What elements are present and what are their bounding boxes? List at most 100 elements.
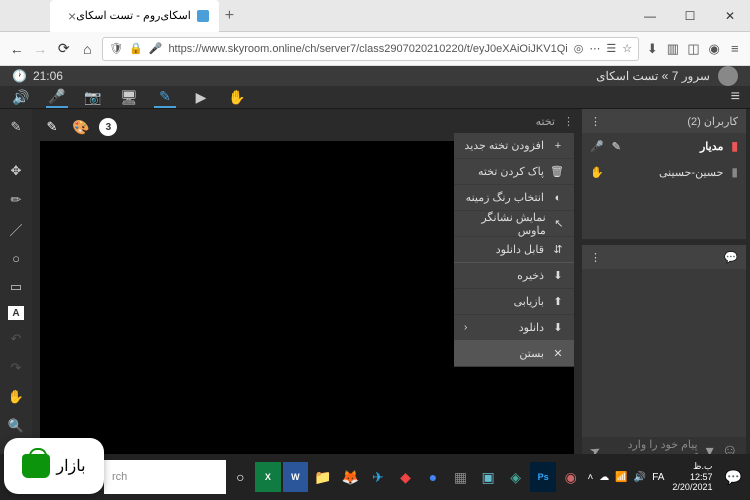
clock-icon: 🕐 [12,69,27,83]
ctx-add-board[interactable]: +افزودن تخته جدید [454,133,574,159]
bookmark-icon[interactable]: ☆ [622,42,632,55]
board-context-menu: +افزودن تخته جدید 🗑پاک کردن تخته ◐انتخاب… [454,133,574,367]
bazaar-text: بازار [56,456,85,476]
more-url-icon[interactable]: ⋯ [589,42,600,55]
menu-toggle-icon[interactable]: ≡ [731,88,740,106]
brush-tool-icon[interactable]: ✏ [6,190,26,210]
main-toolbar: 🔊 🎤 📷 🖥 ✎ ▶ ✋ ≡ [0,86,750,109]
tab-favicon [197,10,209,22]
pointer-tool-icon[interactable]: ✎ [6,117,26,137]
menu-icon[interactable]: ≡ [727,39,742,59]
explorer-icon[interactable]: 📁 [310,462,336,492]
ctx-restore[interactable]: ⬆بازیابی [454,289,574,315]
window-maximize[interactable]: ☐ [670,0,710,32]
sound-icon[interactable]: 🔊 [634,472,646,483]
new-tab-button[interactable]: + [225,7,234,25]
tray-up-icon[interactable]: ˄ [587,472,593,483]
chrome-icon[interactable]: ● [420,462,446,492]
user-mic-icon[interactable]: 🎤 [590,140,604,153]
mic-icon[interactable]: 🎤 [46,86,68,108]
app-icon[interactable]: ◆ [393,462,419,492]
browser-tab[interactable]: اسکای‌روم - تست اسکای × [50,0,219,32]
forward-button[interactable]: → [32,37,50,61]
shield-icon[interactable]: 🛡 [109,42,123,55]
tab-close-icon[interactable]: × [68,8,76,24]
close-icon: ✕ [552,347,564,360]
redo-icon[interactable]: ↷ [6,358,26,378]
app2-icon[interactable]: ▦ [448,462,474,492]
excel-icon[interactable]: X [255,462,281,492]
line-tool-icon[interactable]: ／ [6,219,26,239]
sidebar-icon[interactable]: ◫ [686,39,701,59]
zoom-tool-icon[interactable]: 🔍 [6,416,26,436]
users-panel: کاربران (2) ⋮ ▮ مدیار 🎤 ✎ ▮ حسین-حسینی ✋ [582,109,746,239]
reload-button[interactable]: ⟳ [55,37,73,61]
media-icon[interactable]: ▶ [190,86,212,108]
system-tray[interactable]: ˄ ☁ 📶 🔊 FA [587,472,664,483]
ctx-bg-color[interactable]: ◐انتخاب رنگ زمینه [454,185,574,211]
stroke-size-badge[interactable]: 3 [99,118,117,136]
panel-menu-icon[interactable]: ⋮ [563,115,574,128]
app4-icon[interactable]: ◈ [503,462,529,492]
app3-icon[interactable]: ▣ [475,462,501,492]
canvas-area: ⋮ تخته ✎ 🎨 3 +افزودن تخته جدید 🗑پاک کردن… [32,109,578,465]
download-icon[interactable]: ⬇ [645,39,660,59]
word-icon[interactable]: W [283,462,309,492]
bazaar-logo: بازار [4,438,104,494]
plus-icon: + [552,140,564,152]
chat-messages [582,269,746,437]
user-row[interactable]: ▮ حسین-حسینی ✋ [582,159,746,185]
ctx-show-cursor[interactable]: ↖نمایش نشانگر ماوس [454,211,574,237]
rect-tool-icon[interactable]: ▭ [6,277,26,297]
firefox-icon[interactable]: 🦊 [338,462,364,492]
ctx-downloadable[interactable]: ⇵قابل دانلود [454,237,574,263]
telegram-icon[interactable]: ✈ [365,462,391,492]
home-button[interactable]: ⌂ [79,37,97,61]
reader-icon[interactable]: ☰ [606,42,616,55]
app5-icon[interactable]: ◉ [558,462,584,492]
panel-menu-icon[interactable]: ⋮ [590,115,601,128]
undo-icon[interactable]: ↶ [6,329,26,349]
user-name: مدیار [700,140,723,153]
contrast-icon: ◐ [552,192,564,204]
taskbar-clock[interactable]: ب.ظ 12:57 2/20/2021 [666,461,718,493]
screen-share-icon[interactable]: 🖥 [118,86,140,108]
canvas-panel-header: ⋮ تخته [536,109,574,133]
panel-menu-icon[interactable]: ⋮ [590,251,601,264]
ctx-close[interactable]: ✕بستن [454,341,574,367]
notifications-icon[interactable]: 💬 [720,462,746,492]
palette-icon[interactable]: 🎨 [72,119,89,136]
account-icon[interactable]: ◉ [707,39,722,59]
location-icon[interactable]: ◎ [574,42,584,55]
user-row-operator[interactable]: ▮ مدیار 🎤 ✎ [582,133,746,159]
lang-indicator[interactable]: FA [652,472,664,483]
photoshop-icon[interactable]: Ps [530,462,556,492]
window-minimize[interactable]: — [630,0,670,32]
text-tool-icon[interactable]: A [8,306,24,320]
brush-size-icon[interactable]: ✎ [42,117,62,137]
taskbar-date: 2/20/2021 [672,482,712,493]
window-close[interactable]: ✕ [710,0,750,32]
raise-hand-icon[interactable]: ✋ [226,86,248,108]
cortana-icon[interactable]: ○ [228,462,254,492]
speaker-icon[interactable]: 🔊 [10,86,32,108]
library-icon[interactable]: ▥ [666,39,681,59]
ctx-save[interactable]: ⬇ذخیره [454,263,574,289]
mic-url-icon[interactable]: 🎤 [149,42,163,55]
avatar[interactable] [718,66,738,86]
circle-tool-icon[interactable]: ○ [6,248,26,268]
camera-icon[interactable]: 📷 [82,86,104,108]
url-box[interactable]: 🛡 🔒 🎤 https://www.skyroom.online/ch/serv… [102,37,639,61]
search-placeholder: rch [112,471,127,483]
ctx-download[interactable]: ⬇دانلود‹ [454,315,574,341]
windows-search[interactable]: rch [104,460,226,494]
ctx-clear-board[interactable]: 🗑پاک کردن تخته [454,159,574,185]
onedrive-icon[interactable]: ☁ [599,472,609,483]
pan-tool-icon[interactable]: ✋ [6,387,26,407]
move-tool-icon[interactable]: ✥ [6,161,26,181]
pen-tool-icon[interactable]: ✎ [154,86,176,108]
user-pen-icon[interactable]: ✎ [612,140,621,153]
back-button[interactable]: ← [8,37,26,61]
chat-icon: 💬 [724,251,738,264]
wifi-icon[interactable]: 📶 [615,472,627,483]
